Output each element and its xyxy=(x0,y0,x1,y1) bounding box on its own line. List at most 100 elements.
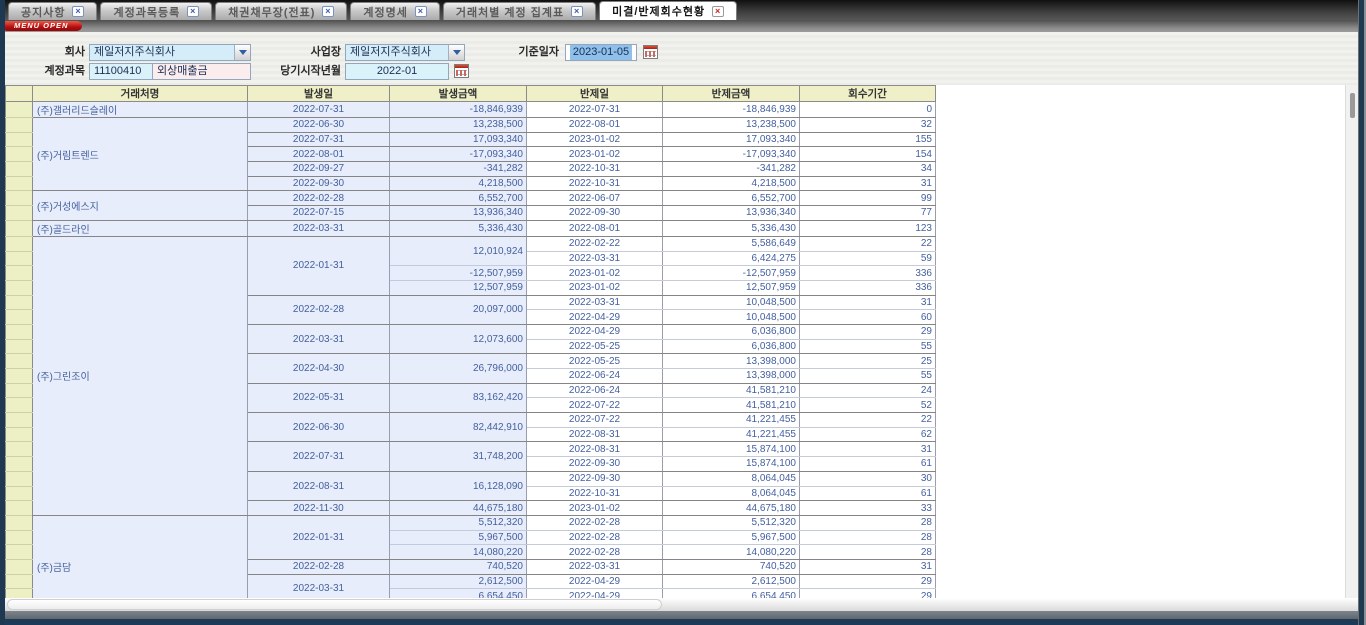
settle-amount-cell[interactable]: 4,218,500 xyxy=(663,176,800,191)
settle-date-cell[interactable]: 2022-10-31 xyxy=(527,486,663,501)
issue-amount-cell[interactable]: 82,442,910 xyxy=(390,413,527,442)
period-cell[interactable]: 336 xyxy=(800,280,936,295)
period-cell[interactable]: 28 xyxy=(800,545,936,560)
settle-date-cell[interactable]: 2022-04-29 xyxy=(527,310,663,325)
settle-amount-cell[interactable]: 13,238,500 xyxy=(663,118,800,133)
settle-amount-cell[interactable]: 5,512,320 xyxy=(663,515,800,530)
settle-amount-cell[interactable]: 13,936,340 xyxy=(663,206,800,221)
period-cell[interactable]: 60 xyxy=(800,310,936,325)
row-selector[interactable] xyxy=(6,206,33,221)
settle-date-cell[interactable]: 2022-10-31 xyxy=(527,176,663,191)
issue-date-cell[interactable]: 2022-05-31 xyxy=(248,383,390,412)
row-selector[interactable] xyxy=(6,383,33,398)
issue-date-cell[interactable]: 2022-02-28 xyxy=(248,295,390,324)
row-selector[interactable] xyxy=(6,310,33,325)
issue-amount-cell[interactable]: 5,967,500 xyxy=(390,530,527,545)
settle-date-cell[interactable]: 2022-08-31 xyxy=(527,442,663,457)
tab-close-icon[interactable]: × xyxy=(415,6,427,17)
row-selector[interactable] xyxy=(6,486,33,501)
settle-amount-cell[interactable]: 6,552,700 xyxy=(663,191,800,206)
settle-amount-cell[interactable]: 13,398,000 xyxy=(663,369,800,384)
period-cell[interactable]: 28 xyxy=(800,530,936,545)
settle-amount-cell[interactable]: 5,336,430 xyxy=(663,220,800,236)
row-selector[interactable] xyxy=(6,176,33,191)
settle-date-cell[interactable]: 2022-02-28 xyxy=(527,545,663,560)
period-cell[interactable]: 34 xyxy=(800,162,936,177)
header-issue-date[interactable]: 발생일 xyxy=(248,86,390,102)
site-select[interactable]: 제일저지주식회사 xyxy=(345,44,465,61)
period-cell[interactable]: 25 xyxy=(800,354,936,369)
settle-date-cell[interactable]: 2022-02-28 xyxy=(527,530,663,545)
company-dropdown-button[interactable] xyxy=(234,45,250,60)
issue-date-cell[interactable]: 2022-04-30 xyxy=(248,354,390,383)
customer-cell[interactable]: (주)금담 xyxy=(33,515,248,598)
issue-amount-cell[interactable]: 83,162,420 xyxy=(390,383,527,412)
period-cell[interactable]: 24 xyxy=(800,383,936,398)
issue-amount-cell[interactable]: 44,675,180 xyxy=(390,501,527,516)
row-selector[interactable] xyxy=(6,427,33,442)
tab-계정과목등록[interactable]: 계정과목등록× xyxy=(100,2,212,20)
period-cell[interactable]: 99 xyxy=(800,191,936,206)
issue-amount-cell[interactable]: 12,073,600 xyxy=(390,324,527,353)
row-selector[interactable] xyxy=(6,132,33,147)
account-code-input[interactable]: 11100410 xyxy=(89,63,153,80)
settle-date-cell[interactable]: 2023-01-02 xyxy=(527,132,663,147)
row-selector[interactable] xyxy=(6,324,33,339)
settle-date-cell[interactable]: 2022-08-01 xyxy=(527,220,663,236)
issue-amount-cell[interactable]: -17,093,340 xyxy=(390,147,527,162)
period-cell[interactable]: 61 xyxy=(800,457,936,472)
period-cell[interactable]: 29 xyxy=(800,574,936,589)
tab-계정명세[interactable]: 계정명세× xyxy=(350,2,439,20)
settle-date-cell[interactable]: 2022-09-30 xyxy=(527,206,663,221)
issue-amount-cell[interactable]: 31,748,200 xyxy=(390,442,527,471)
row-selector[interactable] xyxy=(6,162,33,177)
issue-amount-cell[interactable]: 5,512,320 xyxy=(390,515,527,530)
settle-amount-cell[interactable]: 10,048,500 xyxy=(663,295,800,310)
issue-amount-cell[interactable]: 740,520 xyxy=(390,559,527,574)
settle-amount-cell[interactable]: 17,093,340 xyxy=(663,132,800,147)
row-selector[interactable] xyxy=(6,545,33,560)
calendar-icon[interactable] xyxy=(454,64,469,78)
settle-date-cell[interactable]: 2022-08-31 xyxy=(527,427,663,442)
period-cell[interactable]: 31 xyxy=(800,295,936,310)
issue-date-cell[interactable]: 2022-07-15 xyxy=(248,206,390,221)
issue-date-cell[interactable]: 2022-11-30 xyxy=(248,501,390,516)
issue-date-cell[interactable]: 2022-01-31 xyxy=(248,515,390,559)
period-cell[interactable]: 33 xyxy=(800,501,936,516)
settle-amount-cell[interactable]: 8,064,045 xyxy=(663,471,800,486)
period-cell[interactable]: 52 xyxy=(800,398,936,413)
period-start-input[interactable]: 2022-01 xyxy=(345,63,449,80)
settle-date-cell[interactable]: 2022-05-25 xyxy=(527,354,663,369)
row-selector[interactable] xyxy=(6,471,33,486)
settle-amount-cell[interactable]: 12,507,959 xyxy=(663,280,800,295)
header-customer[interactable]: 거래처명 xyxy=(33,86,248,102)
settle-date-cell[interactable]: 2022-08-01 xyxy=(527,118,663,133)
issue-date-cell[interactable]: 2022-03-31 xyxy=(248,574,390,598)
settle-date-cell[interactable]: 2022-03-31 xyxy=(527,295,663,310)
tab-공지사항[interactable]: 공지사항× xyxy=(8,2,97,20)
period-cell[interactable]: 55 xyxy=(800,369,936,384)
grid-corner-header[interactable] xyxy=(6,86,33,102)
settle-amount-cell[interactable]: 5,586,649 xyxy=(663,236,800,251)
settle-amount-cell[interactable]: -17,093,340 xyxy=(663,147,800,162)
period-cell[interactable]: 28 xyxy=(800,515,936,530)
issue-amount-cell[interactable]: 20,097,000 xyxy=(390,295,527,324)
issue-date-cell[interactable]: 2022-02-28 xyxy=(248,559,390,574)
issue-amount-cell[interactable]: -18,846,939 xyxy=(390,102,527,118)
settle-date-cell[interactable]: 2022-03-31 xyxy=(527,559,663,574)
issue-date-cell[interactable]: 2022-08-01 xyxy=(248,147,390,162)
vertical-scrollbar-thumb[interactable] xyxy=(1350,93,1355,118)
settle-date-cell[interactable]: 2022-06-24 xyxy=(527,369,663,384)
period-cell[interactable]: 29 xyxy=(800,324,936,339)
row-selector[interactable] xyxy=(6,339,33,354)
row-selector[interactable] xyxy=(6,191,33,206)
tab-close-icon[interactable]: × xyxy=(322,6,334,17)
header-settle-amount[interactable]: 반제금액 xyxy=(663,86,800,102)
settle-amount-cell[interactable]: 41,581,210 xyxy=(663,383,800,398)
settle-amount-cell[interactable]: 6,036,800 xyxy=(663,339,800,354)
issue-amount-cell[interactable]: 2,612,500 xyxy=(390,574,527,589)
settle-date-cell[interactable]: 2023-01-02 xyxy=(527,266,663,281)
settle-amount-cell[interactable]: 41,581,210 xyxy=(663,398,800,413)
settle-amount-cell[interactable]: 15,874,100 xyxy=(663,442,800,457)
issue-date-cell[interactable]: 2022-09-30 xyxy=(248,176,390,191)
